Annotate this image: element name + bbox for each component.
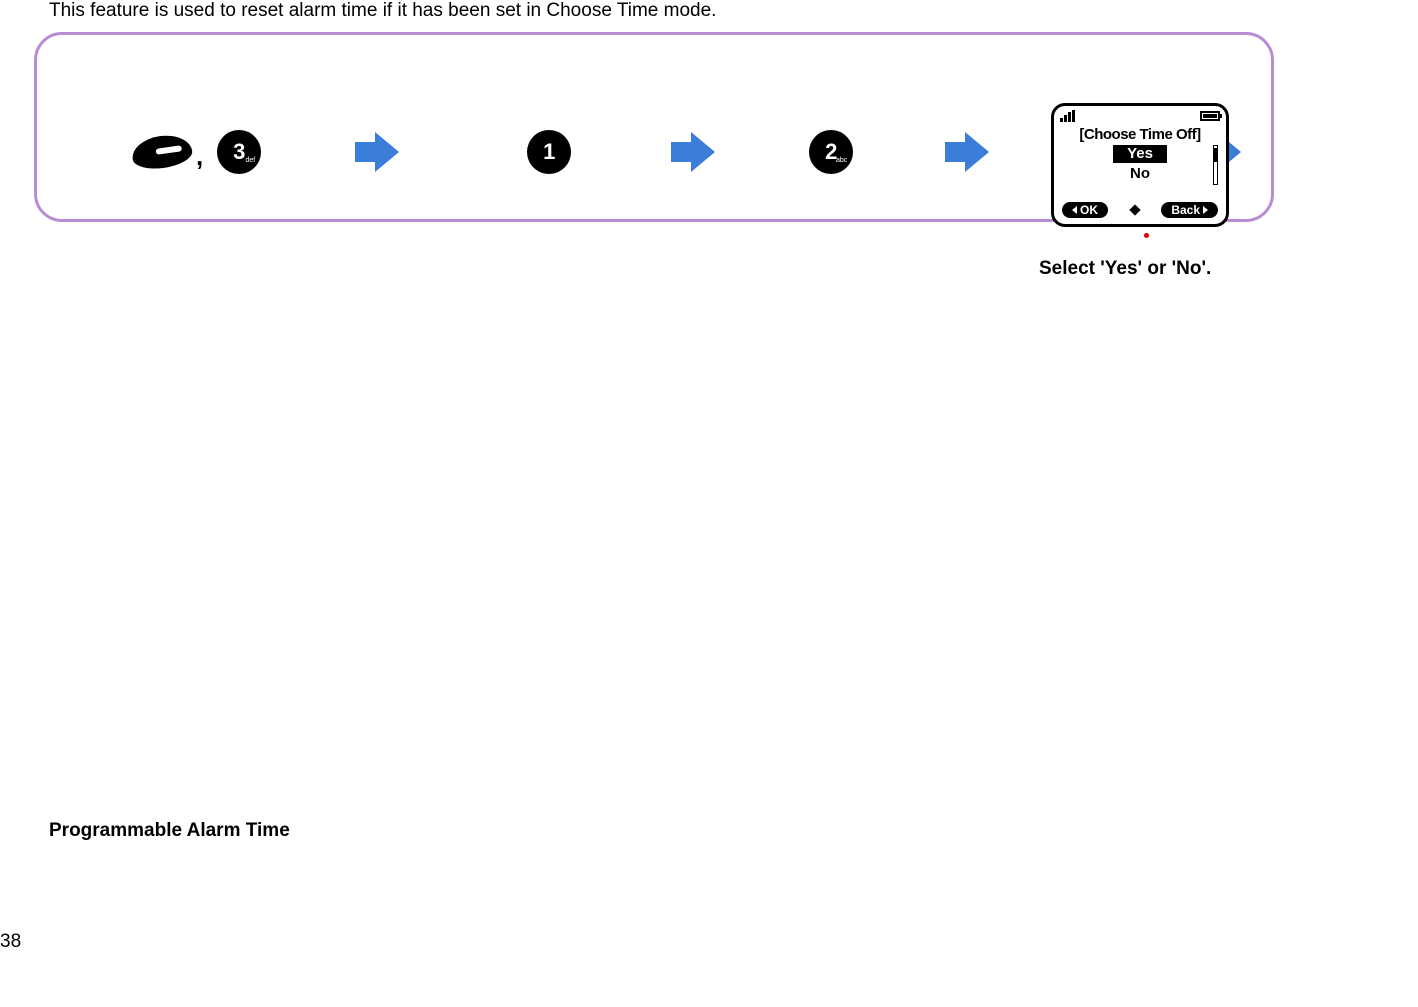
screen-title: [Choose Time Off] xyxy=(1060,126,1220,143)
menu-key-icon xyxy=(130,132,194,172)
arrow-icon xyxy=(671,132,715,172)
softkey-ok[interactable]: OK xyxy=(1062,202,1108,218)
keypad-2-icon: 2 abc xyxy=(809,130,853,174)
arrow-icon xyxy=(355,132,399,172)
keypad-3-icon: 3 def xyxy=(217,130,261,174)
scrollbar[interactable] xyxy=(1213,145,1218,185)
softkey-label: OK xyxy=(1080,203,1098,217)
marker-dot xyxy=(1144,233,1149,238)
page-number: 38 xyxy=(0,931,21,953)
nav-diamond-icon xyxy=(1128,203,1142,217)
key-digit: 3 xyxy=(233,139,245,165)
instruction-diagram: , 3 def 1 2 abc 1 [Choose Time O xyxy=(34,32,1274,222)
key-sublabel: abc xyxy=(836,157,847,164)
section-heading: Programmable Alarm Time xyxy=(49,820,290,842)
key-digit: 1 xyxy=(543,139,555,165)
softkey-back[interactable]: Back xyxy=(1161,202,1218,218)
keypad-1-icon: 1 xyxy=(527,130,571,174)
signal-icon xyxy=(1060,110,1078,122)
option-no[interactable]: No xyxy=(1130,165,1150,182)
arrow-icon xyxy=(945,132,989,172)
phone-display: [Choose Time Off] Yes No OK Back xyxy=(1051,103,1229,227)
separator-comma: , xyxy=(196,141,203,174)
intro-text: This feature is used to reset alarm time… xyxy=(49,0,716,22)
options-list: Yes No xyxy=(1060,145,1220,182)
instruction-text: Select 'Yes' or 'No'. xyxy=(1039,258,1211,280)
option-yes[interactable]: Yes xyxy=(1113,145,1167,163)
softkey-label: Back xyxy=(1171,203,1200,217)
battery-icon xyxy=(1200,111,1220,121)
softkey-row: OK Back xyxy=(1060,200,1220,220)
triangle-right-icon xyxy=(1203,206,1208,214)
triangle-left-icon xyxy=(1072,206,1077,214)
status-bar xyxy=(1060,110,1220,124)
key-sublabel: def xyxy=(246,157,256,164)
